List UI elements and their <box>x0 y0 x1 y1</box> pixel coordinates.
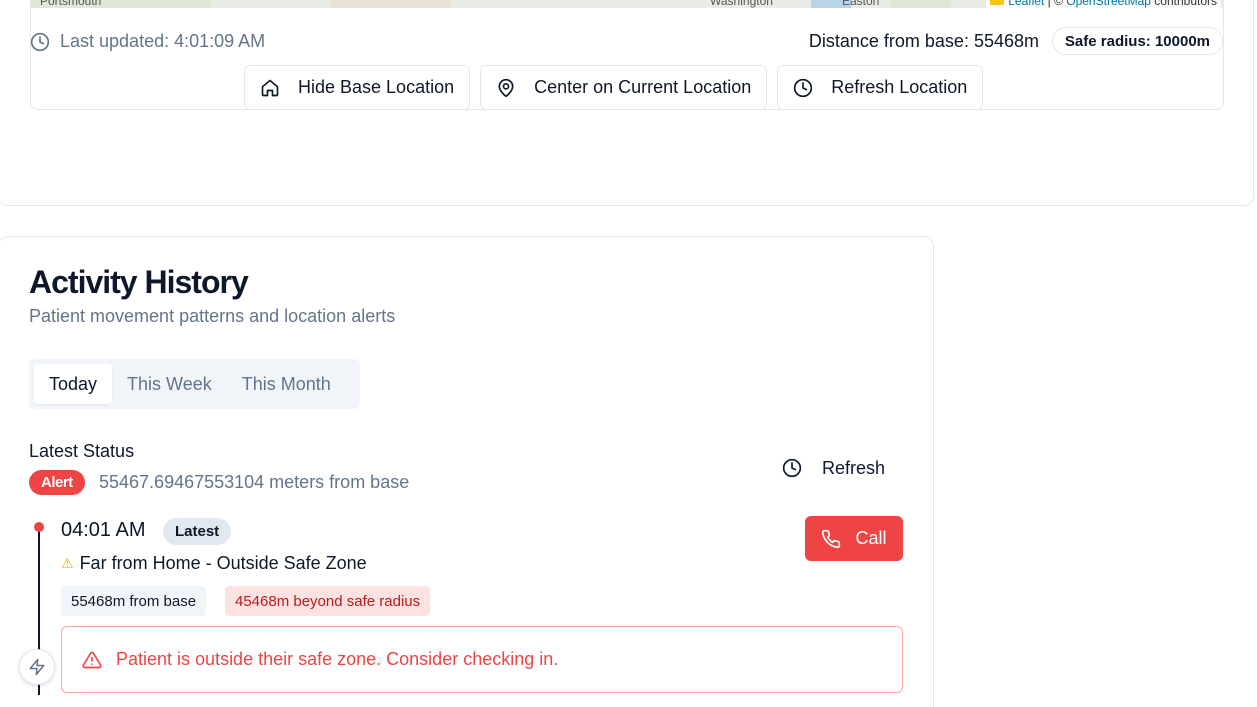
attribution-contributors: contributors <box>1150 0 1217 8</box>
tab-this-week[interactable]: This Week <box>112 364 227 404</box>
safe-radius-badge: Safe radius: 10000m <box>1051 27 1223 55</box>
map-place-label: Portsmouth <box>40 0 102 8</box>
latest-status-label: Latest Status <box>29 441 135 461</box>
phone-icon <box>822 529 841 548</box>
map-attribution: Leaflet | © OpenStreetMap contributors <box>986 0 1221 8</box>
last-updated-text: Last updated: 4:01:09 AM <box>60 31 266 51</box>
center-location-button[interactable]: Center on Current Location <box>480 65 768 110</box>
timeline-dot <box>34 522 44 532</box>
activity-title: Activity History <box>29 264 249 300</box>
activity-subtitle: Patient movement patterns and location a… <box>29 306 396 326</box>
beyond-radius-chip: 45468m beyond safe radius <box>225 586 431 616</box>
lightning-icon <box>29 658 45 676</box>
refresh-button[interactable]: Refresh <box>768 446 899 490</box>
event-status: ⚠ Far from Home - Outside Safe Zone <box>61 553 367 574</box>
refresh-location-button[interactable]: Refresh Location <box>777 65 984 110</box>
clock-icon <box>30 32 50 51</box>
warning-triangle-icon <box>82 651 102 668</box>
attribution-separator: | © <box>1044 0 1067 8</box>
meters-from-base: 55467.69467553104 meters from base <box>99 472 410 492</box>
ukraine-flag-icon <box>990 0 1005 5</box>
safe-zone-alert-text: Patient is outside their safe zone. Cons… <box>116 649 559 669</box>
lightning-button[interactable] <box>19 649 55 685</box>
distance-chip: 55468m from base <box>61 586 207 616</box>
center-location-label: Center on Current Location <box>534 77 752 97</box>
safe-zone-alert: Patient is outside their safe zone. Cons… <box>61 626 903 693</box>
map-actions: Hide Base Location Center on Current Loc… <box>244 65 984 110</box>
hide-base-location-button[interactable]: Hide Base Location <box>244 65 471 110</box>
warning-icon: ⚠ <box>61 555 74 571</box>
call-button[interactable]: Call <box>805 516 903 561</box>
latest-badge: Latest <box>163 518 232 545</box>
map-place-label: Easton <box>842 0 880 8</box>
map-pin-icon <box>498 78 514 97</box>
alert-badge: Alert <box>29 470 85 495</box>
event-status-text: Far from Home - Outside Safe Zone <box>79 553 367 573</box>
home-icon <box>261 79 279 96</box>
period-tabs: Today This Week This Month <box>29 359 360 409</box>
distance-from-base: Distance from base: 55468m <box>808 31 1039 51</box>
osm-link[interactable]: OpenStreetMap <box>1066 0 1151 8</box>
call-label: Call <box>855 528 887 548</box>
refresh-location-label: Refresh Location <box>831 77 968 97</box>
clock-icon <box>782 458 802 478</box>
map-place-label: Washington <box>710 0 773 8</box>
refresh-label: Refresh <box>822 457 886 478</box>
clock-icon <box>794 78 813 97</box>
page: Portsmouth Washington Easton Leaflet | ©… <box>0 0 1257 707</box>
tab-today[interactable]: Today <box>34 364 113 404</box>
event-time: 04:01 AM <box>61 519 146 541</box>
hide-base-location-label: Hide Base Location <box>298 77 455 97</box>
leaflet-link[interactable]: Leaflet <box>1008 0 1044 8</box>
tab-this-month[interactable]: This Month <box>227 364 346 404</box>
last-updated: Last updated: 4:01:09 AM <box>30 31 265 52</box>
